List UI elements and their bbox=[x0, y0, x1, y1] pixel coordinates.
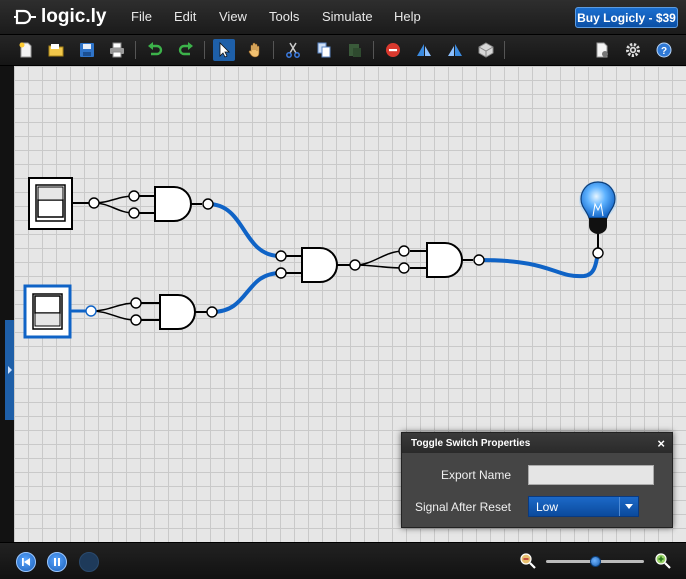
wire bbox=[90, 302, 137, 312]
active-wire bbox=[477, 250, 600, 279]
integrated-circuit-icon[interactable] bbox=[475, 39, 497, 61]
panel-title: Toggle Switch Properties bbox=[411, 438, 531, 449]
redo-icon[interactable] bbox=[175, 39, 197, 61]
zoom-slider-handle[interactable] bbox=[589, 556, 601, 567]
paste-icon[interactable] bbox=[344, 39, 366, 61]
connector[interactable] bbox=[592, 247, 604, 259]
connector[interactable] bbox=[473, 254, 485, 266]
connector[interactable] bbox=[275, 250, 287, 262]
close-icon[interactable]: × bbox=[657, 436, 665, 451]
connector[interactable] bbox=[206, 306, 218, 318]
reset-simulation-button[interactable] bbox=[16, 552, 36, 572]
connector[interactable] bbox=[85, 305, 97, 317]
signal-after-reset-value: Low bbox=[536, 500, 559, 514]
select-arrow-icon[interactable] bbox=[213, 39, 235, 61]
toolbar-separator bbox=[504, 41, 505, 59]
connector[interactable] bbox=[128, 190, 140, 202]
new-file-icon[interactable] bbox=[15, 39, 37, 61]
help-icon[interactable]: ? bbox=[653, 39, 675, 61]
settings-gear-icon[interactable] bbox=[622, 39, 644, 61]
toolbar-separator bbox=[373, 41, 374, 59]
signal-after-reset-label: Signal After Reset bbox=[414, 500, 511, 514]
menu-file[interactable]: File bbox=[131, 9, 152, 24]
toggle-switch-bottom[interactable] bbox=[23, 284, 72, 339]
connector[interactable] bbox=[202, 198, 214, 210]
connector[interactable] bbox=[130, 297, 142, 309]
delete-icon[interactable] bbox=[382, 39, 404, 61]
step-simulation-button[interactable] bbox=[79, 552, 99, 572]
mirror-icon[interactable] bbox=[444, 39, 466, 61]
zoom-out-icon[interactable] bbox=[519, 552, 537, 570]
connector[interactable] bbox=[88, 197, 100, 209]
flip-icon[interactable] bbox=[413, 39, 435, 61]
toggle-switch-properties-panel: Toggle Switch Properties × Export Name S… bbox=[401, 432, 673, 528]
connector[interactable] bbox=[275, 267, 287, 279]
pause-icon bbox=[54, 558, 60, 566]
export-name-label: Export Name bbox=[440, 468, 511, 482]
bottom-bar bbox=[0, 542, 686, 579]
svg-text:?: ? bbox=[661, 46, 667, 57]
menu-help[interactable]: Help bbox=[394, 9, 421, 24]
signal-after-reset-dropdown[interactable]: Low bbox=[528, 496, 639, 517]
wire bbox=[93, 195, 135, 204]
panel-title-bar[interactable]: Toggle Switch Properties × bbox=[402, 433, 672, 453]
copy-icon[interactable] bbox=[313, 39, 335, 61]
menu-bar: logic.ly File Edit View Tools Simulate H… bbox=[0, 0, 686, 35]
menu-view[interactable]: View bbox=[219, 9, 247, 24]
toggle-switch-top[interactable] bbox=[28, 177, 73, 230]
logo: logic.ly bbox=[14, 6, 106, 28]
hand-pan-icon[interactable] bbox=[244, 39, 266, 61]
and-gate[interactable] bbox=[159, 294, 196, 330]
wire bbox=[90, 310, 137, 321]
connector[interactable] bbox=[130, 314, 142, 326]
active-wire bbox=[210, 271, 283, 314]
connector[interactable] bbox=[128, 207, 140, 219]
left-panel-rail bbox=[0, 66, 14, 542]
light-bulb-icon[interactable] bbox=[579, 181, 617, 234]
toolbar-separator bbox=[204, 41, 205, 59]
buy-button[interactable]: Buy Logicly - $39 bbox=[575, 7, 678, 28]
wire bbox=[354, 264, 405, 269]
and-gate[interactable] bbox=[154, 186, 192, 222]
and-gate[interactable] bbox=[426, 242, 463, 278]
wire bbox=[93, 202, 135, 214]
undo-icon[interactable] bbox=[144, 39, 166, 61]
toolbar: ? bbox=[0, 35, 686, 66]
connector[interactable] bbox=[398, 262, 410, 274]
connector[interactable] bbox=[398, 245, 410, 257]
export-icon[interactable] bbox=[591, 39, 613, 61]
chevron-down-icon[interactable] bbox=[619, 497, 638, 516]
wire bbox=[354, 250, 405, 266]
open-folder-icon[interactable] bbox=[45, 39, 67, 61]
chevron-right-icon bbox=[7, 366, 12, 374]
app-window: logic.ly File Edit View Tools Simulate H… bbox=[0, 0, 686, 579]
toolbar-separator bbox=[273, 41, 274, 59]
logo-text: logic.ly bbox=[41, 6, 107, 27]
zoom-in-icon[interactable] bbox=[654, 552, 672, 570]
logic-gate-logo-icon bbox=[14, 9, 36, 25]
menu-simulate[interactable]: Simulate bbox=[322, 9, 373, 24]
export-name-input[interactable] bbox=[528, 465, 654, 485]
toolbar-separator bbox=[135, 41, 136, 59]
menu-edit[interactable]: Edit bbox=[174, 9, 196, 24]
print-icon[interactable] bbox=[106, 39, 128, 61]
zoom-slider[interactable] bbox=[546, 556, 644, 567]
menu-tools[interactable]: Tools bbox=[269, 9, 299, 24]
connector[interactable] bbox=[349, 259, 361, 271]
cut-icon[interactable] bbox=[282, 39, 304, 61]
active-wire bbox=[206, 202, 282, 258]
save-icon[interactable] bbox=[76, 39, 98, 61]
and-gate[interactable] bbox=[301, 247, 338, 283]
pause-simulation-button[interactable] bbox=[47, 552, 67, 572]
expand-panel-tab[interactable] bbox=[5, 320, 14, 420]
skip-back-icon bbox=[22, 558, 30, 566]
